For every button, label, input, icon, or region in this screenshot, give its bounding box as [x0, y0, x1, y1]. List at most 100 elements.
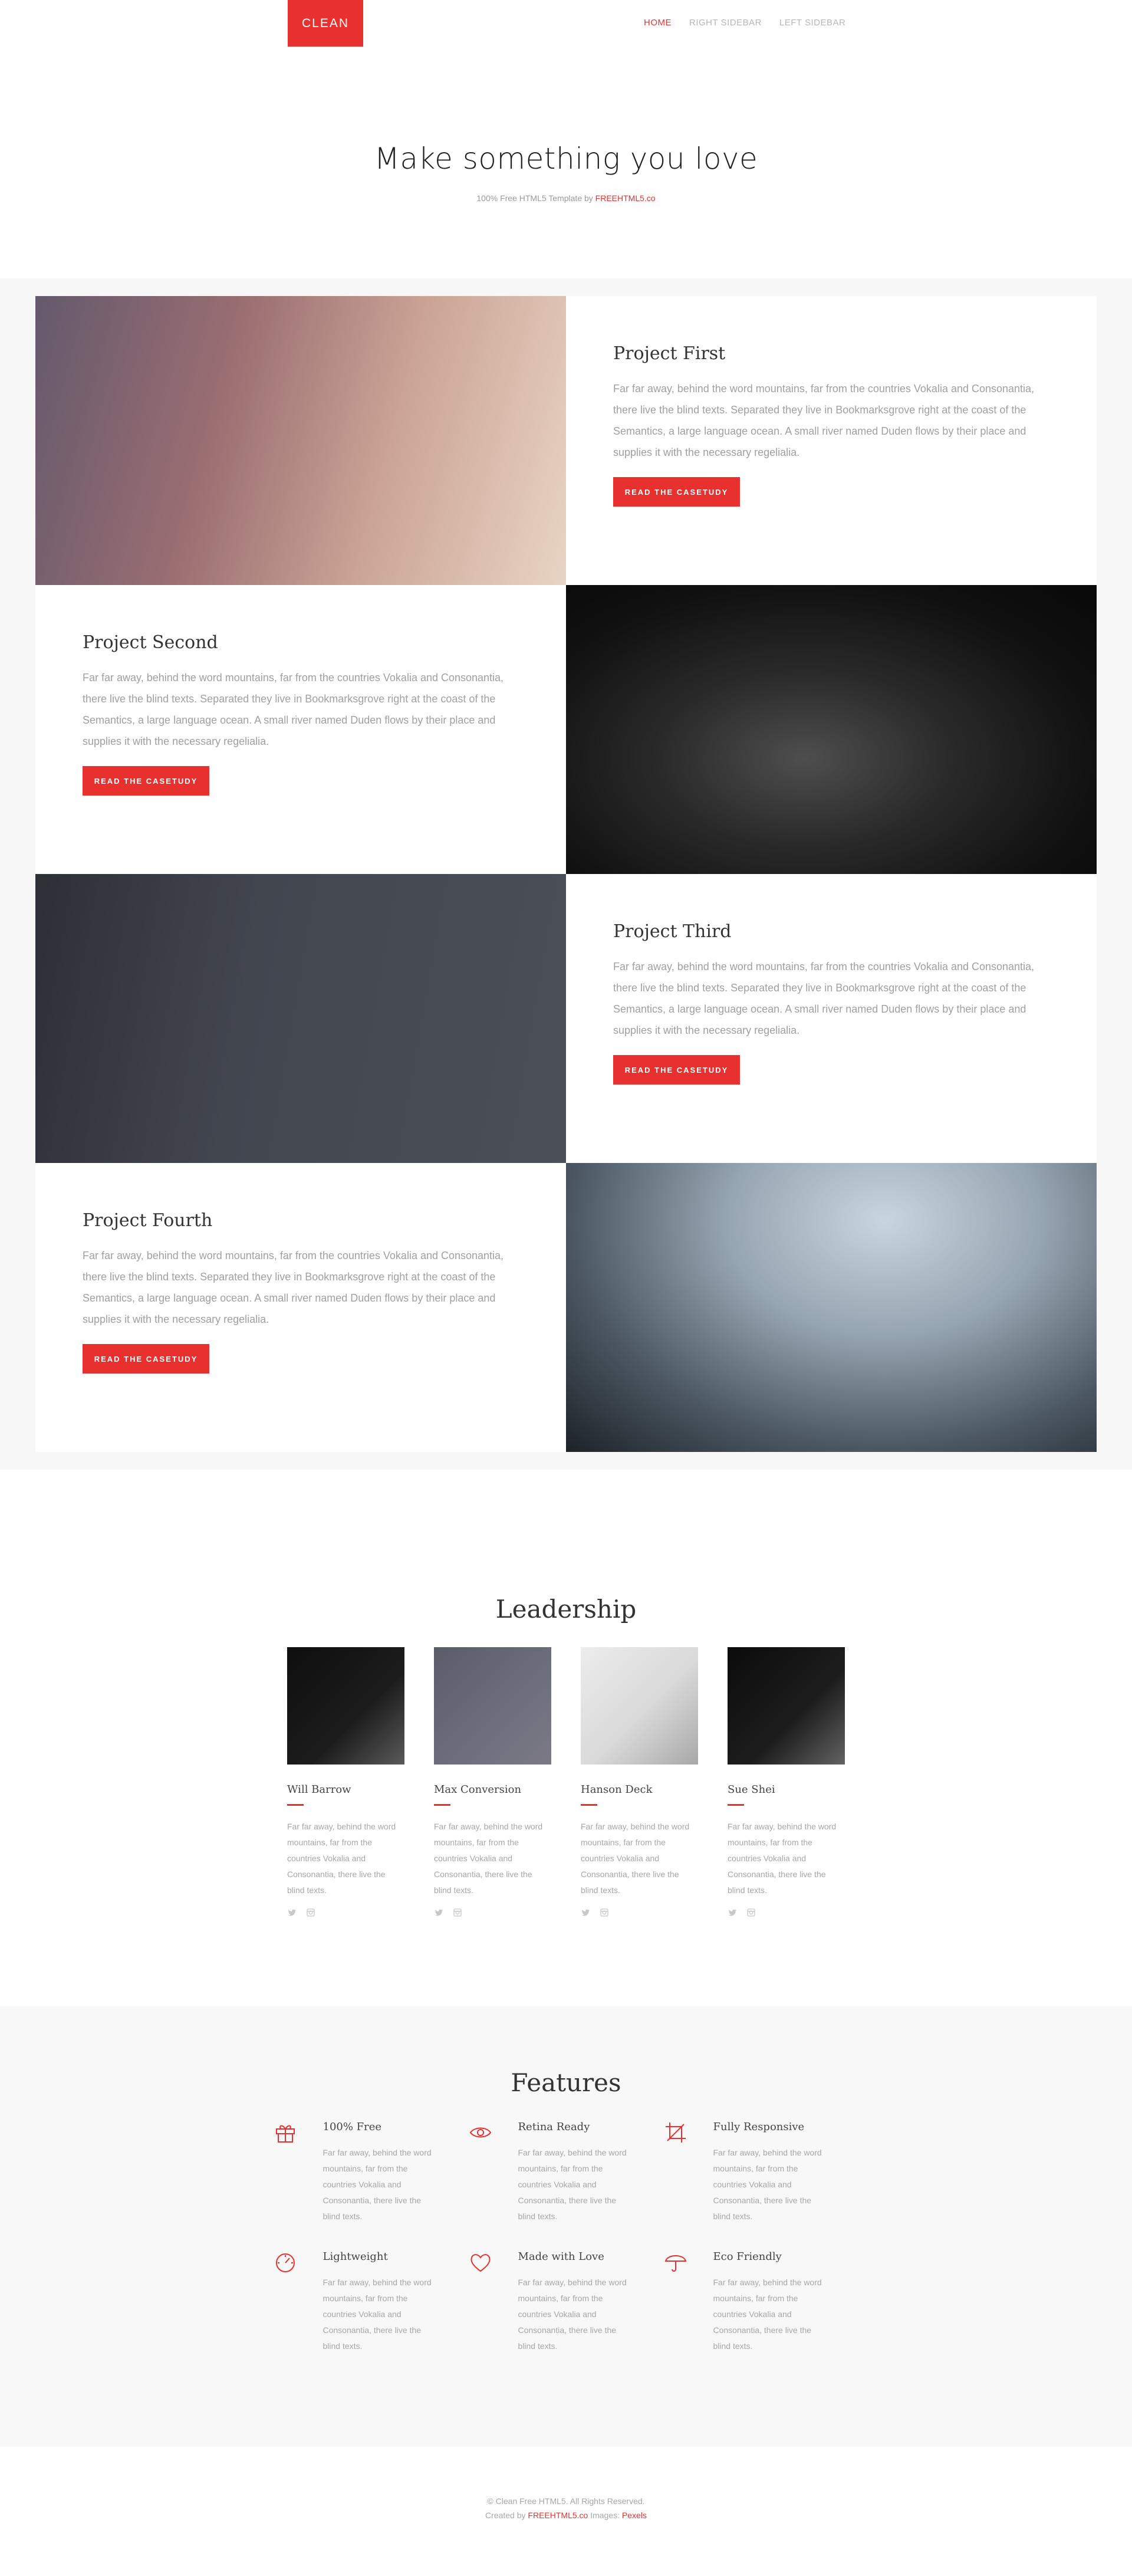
eye-icon: [469, 2121, 518, 2225]
read-casestudy-button[interactable]: READ THE CASETUDY: [83, 766, 209, 796]
social-links: [287, 1908, 404, 1920]
logo[interactable]: CLEAN: [288, 0, 363, 47]
project-card: Project Second Far far away, behind the …: [35, 585, 566, 874]
feature-description: Far far away, behind the word mountains,…: [323, 2278, 432, 2351]
accent-divider: [581, 1804, 597, 1806]
hero-subtitle-text: 100% Free HTML5 Template by: [476, 193, 595, 203]
twitter-icon[interactable]: [287, 1908, 297, 1920]
speedometer-icon: [274, 2250, 323, 2354]
credits-prefix: Created by: [485, 2511, 528, 2520]
project-description: Far far away, behind the word mountains,…: [83, 1250, 504, 1325]
feature-description: Far far away, behind the word mountains,…: [518, 2278, 627, 2351]
main-nav: HOME RIGHT SIDEBAR LEFT SIDEBAR: [644, 18, 845, 28]
project-card: Project Fourth Far far away, behind the …: [35, 1163, 566, 1452]
feature-body: Eco Friendly Far far away, behind the wo…: [713, 2250, 831, 2354]
twitter-icon[interactable]: [434, 1908, 443, 1920]
dribbble-icon[interactable]: [600, 1908, 609, 1920]
feature-item: Lightweight Far far away, behind the wor…: [274, 2250, 469, 2354]
member-bio: Far far away, behind the word mountains,…: [434, 1822, 543, 1895]
project-description: Far far away, behind the word mountains,…: [613, 383, 1035, 458]
project-row: Project Third Far far away, behind the w…: [35, 874, 1097, 1163]
crop-icon: [664, 2121, 713, 2225]
nav-left-sidebar[interactable]: LEFT SIDEBAR: [779, 18, 845, 28]
feature-body: Lightweight Far far away, behind the wor…: [323, 2250, 441, 2354]
project-image: [35, 296, 566, 585]
project-description: Far far away, behind the word mountains,…: [613, 961, 1035, 1036]
team-member: Max Conversion Far far away, behind the …: [434, 1647, 551, 1920]
project-row: Project Fourth Far far away, behind the …: [35, 1163, 1097, 1452]
team-member: Will Barrow Far far away, behind the wor…: [287, 1647, 404, 1920]
features-section: Features 100% Free Far far away, behind …: [0, 2006, 1132, 2447]
accent-divider: [434, 1804, 450, 1806]
feature-body: Made with Love Far far away, behind the …: [518, 2250, 636, 2354]
credits-images-label: Images:: [588, 2511, 622, 2520]
social-links: [434, 1908, 551, 1920]
feature-title: Made with Love: [518, 2250, 604, 2263]
feature-title: Retina Ready: [518, 2121, 590, 2133]
features-title: Features: [511, 2068, 621, 2097]
read-casestudy-button[interactable]: READ THE CASETUDY: [83, 1344, 209, 1374]
member-bio: Far far away, behind the word mountains,…: [728, 1822, 837, 1895]
nav-home[interactable]: HOME: [644, 18, 672, 28]
leadership-title: Leadership: [495, 1595, 637, 1624]
feature-item: Made with Love Far far away, behind the …: [469, 2250, 664, 2354]
read-casestudy-button[interactable]: READ THE CASETUDY: [613, 477, 740, 507]
feature-title: Eco Friendly: [713, 2250, 782, 2263]
gift-icon: [274, 2121, 323, 2225]
social-links: [728, 1908, 845, 1920]
project-title: Project Fourth: [83, 1210, 213, 1231]
team-grid: Will Barrow Far far away, behind the wor…: [0, 1647, 1132, 1920]
dribbble-icon[interactable]: [746, 1908, 756, 1920]
feature-item: Eco Friendly Far far away, behind the wo…: [664, 2250, 859, 2354]
credits: Created by FREEHTML5.co Images: Pexels: [0, 2508, 1132, 2522]
team-member: Sue Shei Far far away, behind the word m…: [728, 1647, 845, 1920]
feature-body: Fully Responsive Far far away, behind th…: [713, 2121, 831, 2225]
feature-title: Lightweight: [323, 2250, 388, 2263]
member-name: Hanson Deck: [581, 1783, 653, 1796]
site-footer: © Clean Free HTML5. All Rights Reserved.…: [0, 2447, 1132, 2576]
feature-body: 100% Free Far far away, behind the word …: [323, 2121, 441, 2225]
dribbble-icon[interactable]: [306, 1908, 315, 1920]
member-name: Sue Shei: [728, 1783, 775, 1796]
member-name: Will Barrow: [287, 1783, 351, 1796]
feature-description: Far far away, behind the word mountains,…: [713, 2278, 822, 2351]
features-grid: 100% Free Far far away, behind the word …: [274, 2121, 859, 2354]
project-title: Project Third: [613, 921, 732, 942]
read-casestudy-button[interactable]: READ THE CASETUDY: [613, 1055, 740, 1085]
project-image: [566, 1163, 1097, 1452]
twitter-icon[interactable]: [728, 1908, 737, 1920]
hero-title: Make something you love: [374, 142, 758, 176]
pexels-link[interactable]: Pexels: [622, 2511, 647, 2520]
feature-body: Retina Ready Far far away, behind the wo…: [518, 2121, 636, 2225]
feature-item: Retina Ready Far far away, behind the wo…: [469, 2121, 664, 2225]
feature-title: Fully Responsive: [713, 2121, 805, 2133]
feature-description: Far far away, behind the word mountains,…: [713, 2148, 822, 2221]
project-description: Far far away, behind the word mountains,…: [83, 672, 504, 747]
social-links: [581, 1908, 698, 1920]
hero-subtitle-link[interactable]: FREEHTML5.co: [595, 193, 656, 203]
member-photo: [287, 1647, 404, 1765]
project-title: Project First: [613, 343, 726, 364]
feature-description: Far far away, behind the word mountains,…: [323, 2148, 432, 2221]
team-member: Hanson Deck Far far away, behind the wor…: [581, 1647, 698, 1920]
copyright: © Clean Free HTML5. All Rights Reserved.: [487, 2496, 645, 2506]
project-card: Project Third Far far away, behind the w…: [566, 874, 1097, 1163]
accent-divider: [728, 1804, 744, 1806]
hero: Make something you love 100% Free HTML5 …: [0, 88, 1132, 278]
project-row: Project Second Far far away, behind the …: [35, 585, 1097, 874]
dribbble-icon[interactable]: [453, 1908, 462, 1920]
hero-subtitle: 100% Free HTML5 Template by FREEHTML5.co: [0, 193, 1132, 203]
nav-right-sidebar[interactable]: RIGHT SIDEBAR: [689, 18, 762, 28]
member-photo: [434, 1647, 551, 1765]
project-image: [566, 585, 1097, 874]
member-name: Max Conversion: [434, 1783, 522, 1796]
project-image: [35, 874, 566, 1163]
umbrella-icon: [664, 2250, 713, 2354]
feature-description: Far far away, behind the word mountains,…: [518, 2148, 627, 2221]
project-title: Project Second: [83, 632, 218, 653]
twitter-icon[interactable]: [581, 1908, 590, 1920]
leadership-section: Leadership Will Barrow Far far away, beh…: [0, 1470, 1132, 2006]
member-bio: Far far away, behind the word mountains,…: [581, 1822, 690, 1895]
member-photo: [581, 1647, 698, 1765]
freehtml5-link[interactable]: FREEHTML5.co: [528, 2511, 588, 2520]
